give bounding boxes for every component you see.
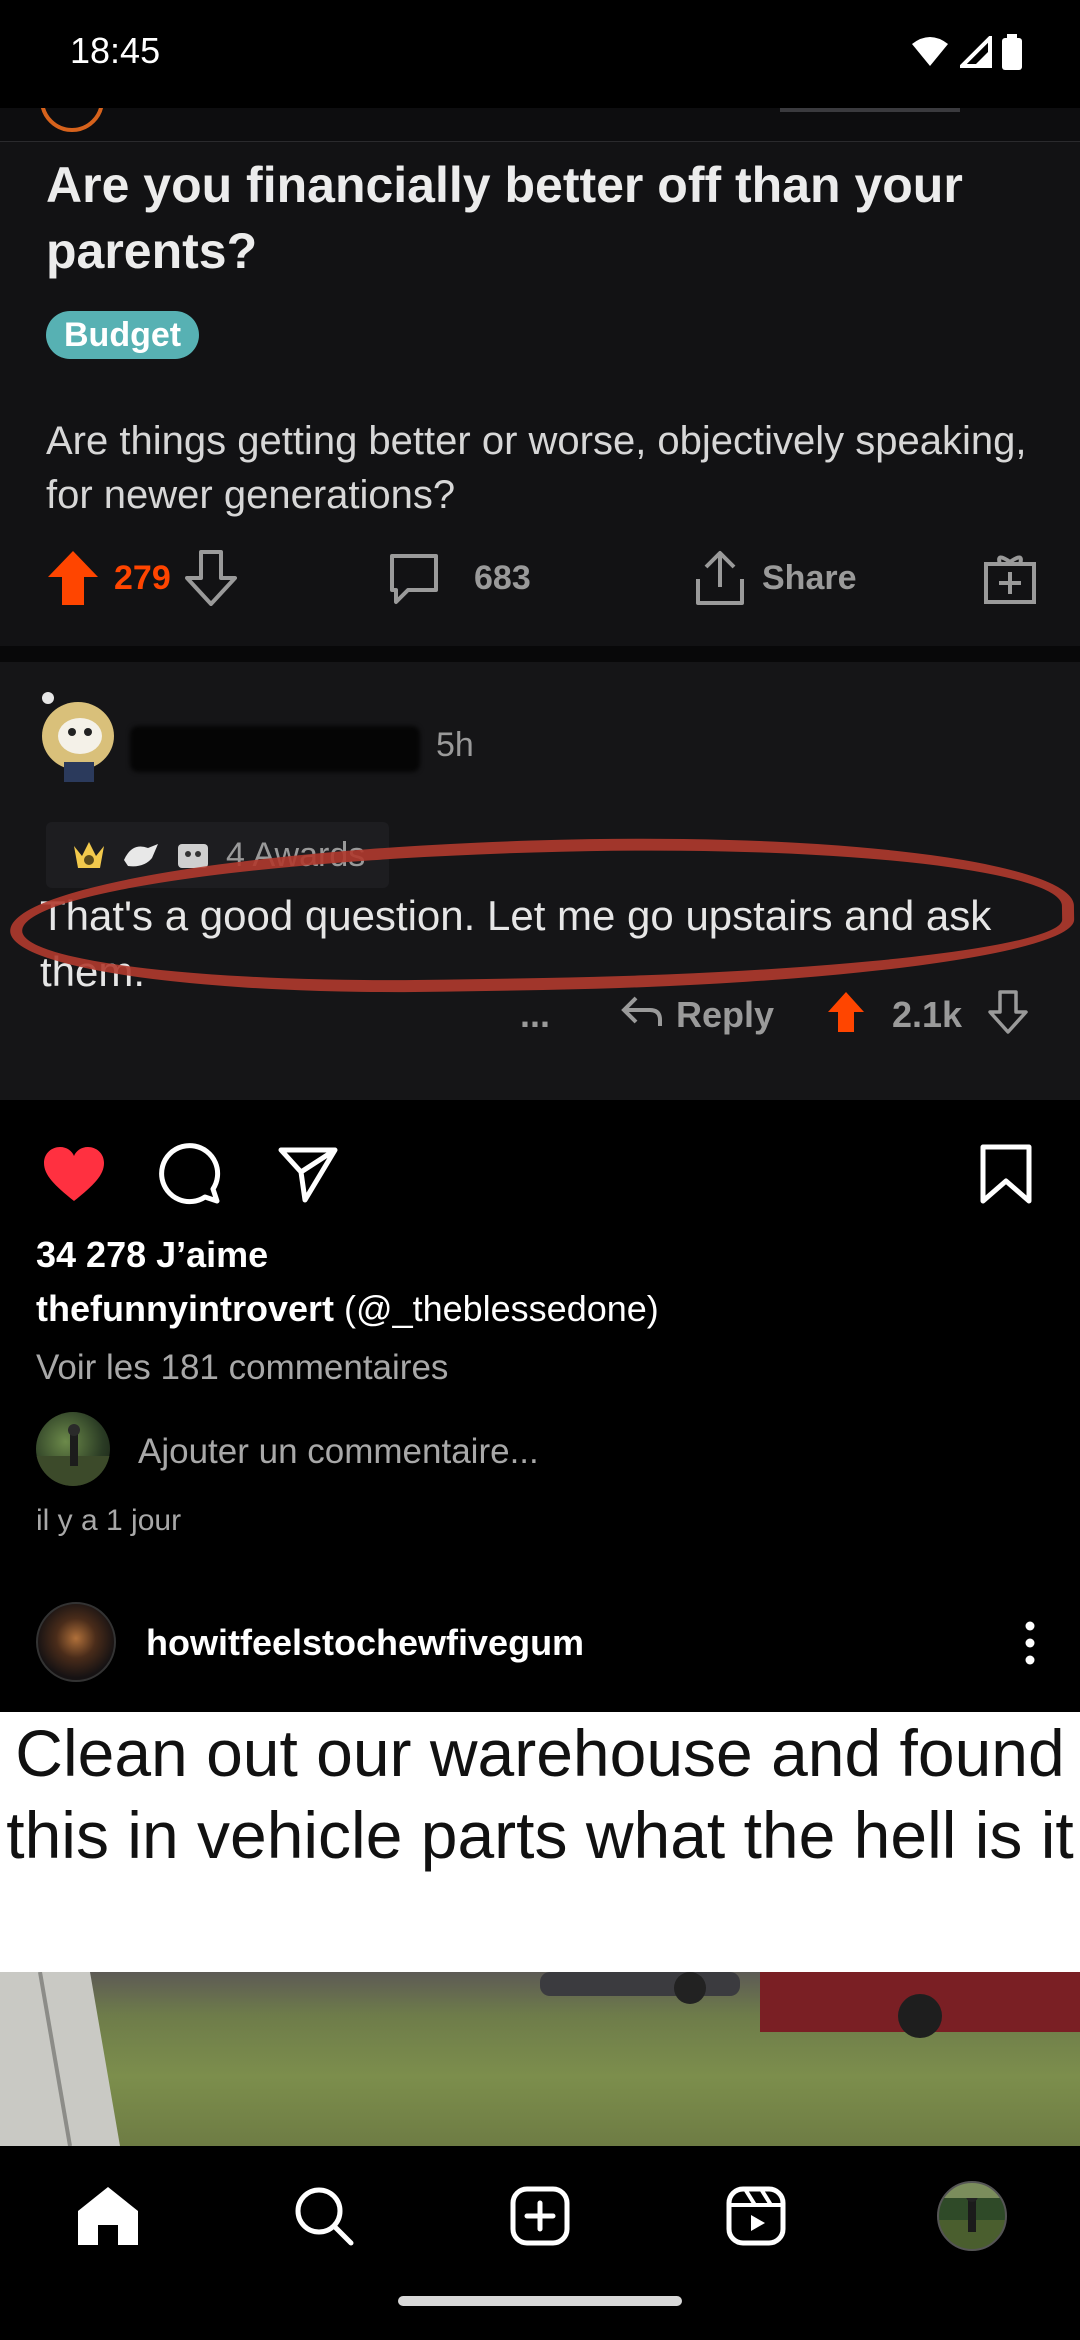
reddit-pill-partial	[780, 108, 960, 112]
battery-icon	[1002, 34, 1022, 70]
reply-label: Reply	[676, 994, 775, 1035]
redacted-username	[130, 726, 420, 772]
avatar	[36, 1412, 110, 1486]
caption-text: (@_theblessedone)	[344, 1288, 659, 1329]
signal-icon	[960, 36, 992, 68]
reddit-divider	[0, 646, 1080, 662]
reddit-post-body: Are things getting better or worse, obje…	[46, 419, 1027, 517]
next-post-avatar[interactable]	[36, 1602, 116, 1682]
gift-icon	[984, 555, 1036, 604]
status-icons	[910, 34, 1022, 70]
reddit-avatar-partial	[40, 108, 104, 132]
comment-downvote-icon	[988, 990, 1028, 1043]
likes-count[interactable]: 34 278 J’aime	[36, 1234, 268, 1276]
post-timestamp: il y a 1 jour	[36, 1504, 182, 1537]
reddit-comment-count: 683	[474, 558, 531, 597]
status-bar: 18:45	[0, 0, 1080, 108]
comment-bubble-icon	[390, 554, 438, 604]
reddit-flair: Budget	[46, 311, 200, 359]
reddit-share-label: Share	[762, 558, 857, 597]
award-icon	[124, 844, 158, 867]
wifi-icon	[912, 37, 948, 66]
bottom-nav	[0, 2146, 1080, 2340]
reddit-vote-group: 279	[46, 538, 237, 618]
comment-icon[interactable]	[156, 1140, 224, 1208]
reddit-upvote-count: 279	[114, 558, 171, 597]
reddit-comment: 5h 4 Awards That's a good question. Let …	[0, 662, 1080, 1100]
create-icon[interactable]	[502, 2178, 578, 2254]
share-icon[interactable]	[274, 1140, 342, 1208]
upload-share-icon	[696, 551, 744, 605]
profile-avatar[interactable]	[934, 2178, 1010, 2254]
reddit-post-title: Are you financially better off than your…	[46, 157, 963, 279]
award-icon	[74, 842, 104, 868]
reddit-post-actions: 279 683 Share	[46, 538, 1046, 618]
reddit-gift-group	[982, 538, 1038, 618]
search-icon[interactable]	[286, 2178, 362, 2254]
reply-arrow-icon	[620, 994, 664, 1039]
downvote-icon	[184, 550, 237, 606]
add-comment-input[interactable]: Ajouter un commentaire...	[138, 1432, 539, 1472]
comment-upvote-icon	[826, 990, 866, 1043]
more-options: ...	[520, 994, 551, 1035]
meme-photo	[0, 1971, 1080, 2146]
upvote-icon	[48, 551, 98, 605]
next-post-username[interactable]: howitfeelstochewfivegum	[146, 1622, 584, 1664]
post-image[interactable]: Are you financially better off than your…	[0, 108, 1080, 1100]
status-time: 18:45	[70, 30, 161, 71]
bookmark-icon[interactable]	[972, 1140, 1040, 1208]
reddit-share-group: Share	[692, 538, 857, 618]
reddit-comment-actions: ... Reply 2.1k	[520, 984, 1060, 1050]
next-post-header: howitfeelstochewfivegum	[0, 1600, 1080, 1712]
reddit-comments-group: 683	[386, 538, 531, 618]
post-actions	[0, 1130, 1080, 1218]
meme-caption: Clean out our warehouse and found this i…	[0, 1712, 1080, 1972]
next-post-image[interactable]: Clean out our warehouse and found this i…	[0, 1712, 1080, 2146]
reddit-commenter-avatar	[42, 692, 114, 782]
home-icon[interactable]	[70, 2178, 146, 2254]
home-indicator[interactable]	[398, 2296, 682, 2306]
comment-score: 2.1k	[892, 994, 963, 1035]
heart-icon[interactable]	[40, 1140, 108, 1208]
caption-username[interactable]: thefunnyintrovert	[36, 1288, 334, 1329]
view-comments-link[interactable]: Voir les 181 commentaires	[36, 1348, 448, 1388]
caption: thefunnyintrovert (@_theblessedone)	[36, 1288, 659, 1330]
more-options-icon[interactable]	[1020, 1618, 1040, 1668]
reddit-top-strip	[0, 108, 1080, 142]
reddit-comment-time: 5h	[436, 726, 474, 764]
reels-icon[interactable]	[718, 2178, 794, 2254]
add-comment-row[interactable]: Ajouter un commentaire...	[36, 1412, 1046, 1488]
